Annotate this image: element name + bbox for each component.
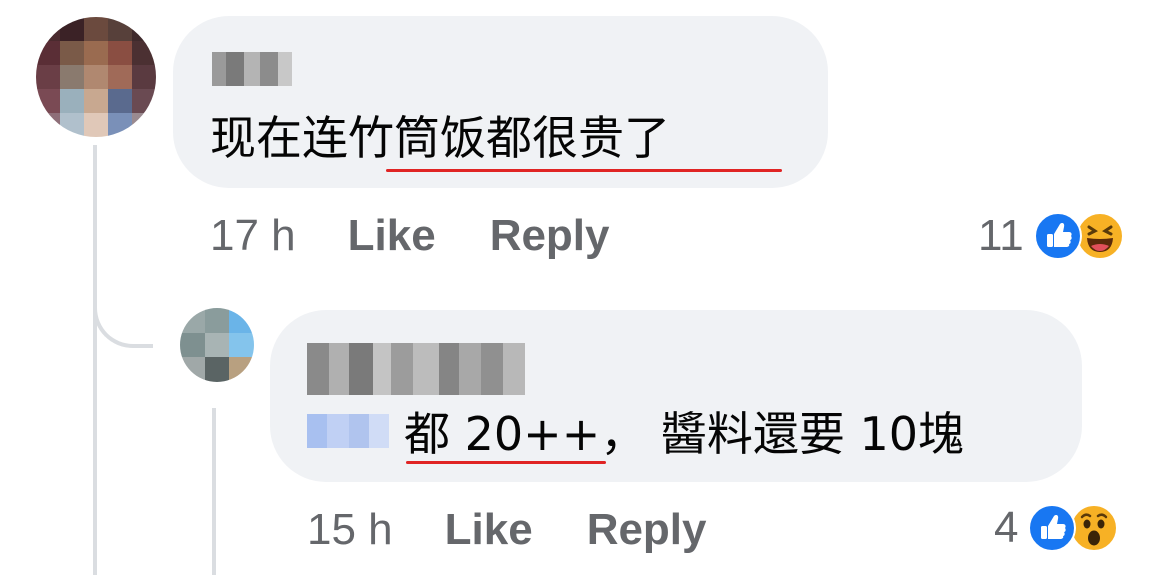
- wow-icon: [1070, 504, 1119, 552]
- reaction-count: 11: [978, 211, 1024, 260]
- like-icon: [1028, 504, 1077, 552]
- comment-actions: 17 h Like Reply: [210, 210, 664, 262]
- reply-actions: 15 h Like Reply: [307, 504, 761, 556]
- comment-timestamp[interactable]: 17 h: [210, 210, 296, 262]
- like-button[interactable]: Like: [348, 210, 436, 262]
- like-icon: [1033, 212, 1082, 260]
- comment-text: 现在连竹筒饭都很贵了: [210, 111, 670, 165]
- reply-reply-button[interactable]: Reply: [587, 504, 707, 556]
- reply-reaction-count: 4: [994, 503, 1019, 552]
- replier-avatar[interactable]: [180, 308, 254, 382]
- author-name[interactable]: [212, 52, 292, 86]
- reply-thread-line: [212, 408, 216, 575]
- reply-text: 都 20++， 醬料還要 10塊: [404, 407, 965, 461]
- reply-author-name[interactable]: [307, 343, 525, 395]
- laugh-icon: [1075, 212, 1124, 260]
- reply-reaction-summary[interactable]: 4: [994, 502, 1119, 554]
- commenter-avatar[interactable]: [36, 17, 156, 137]
- reply-timestamp[interactable]: 15 h: [307, 504, 393, 556]
- reply-button[interactable]: Reply: [490, 210, 610, 262]
- reply-text-underline: [406, 461, 606, 464]
- reaction-summary[interactable]: 11: [978, 210, 1124, 262]
- thread-line: [93, 145, 97, 575]
- text-underline: [386, 169, 782, 172]
- thread-branch: [93, 300, 153, 348]
- reply-like-button[interactable]: Like: [445, 504, 533, 556]
- mention-tag[interactable]: [307, 414, 389, 448]
